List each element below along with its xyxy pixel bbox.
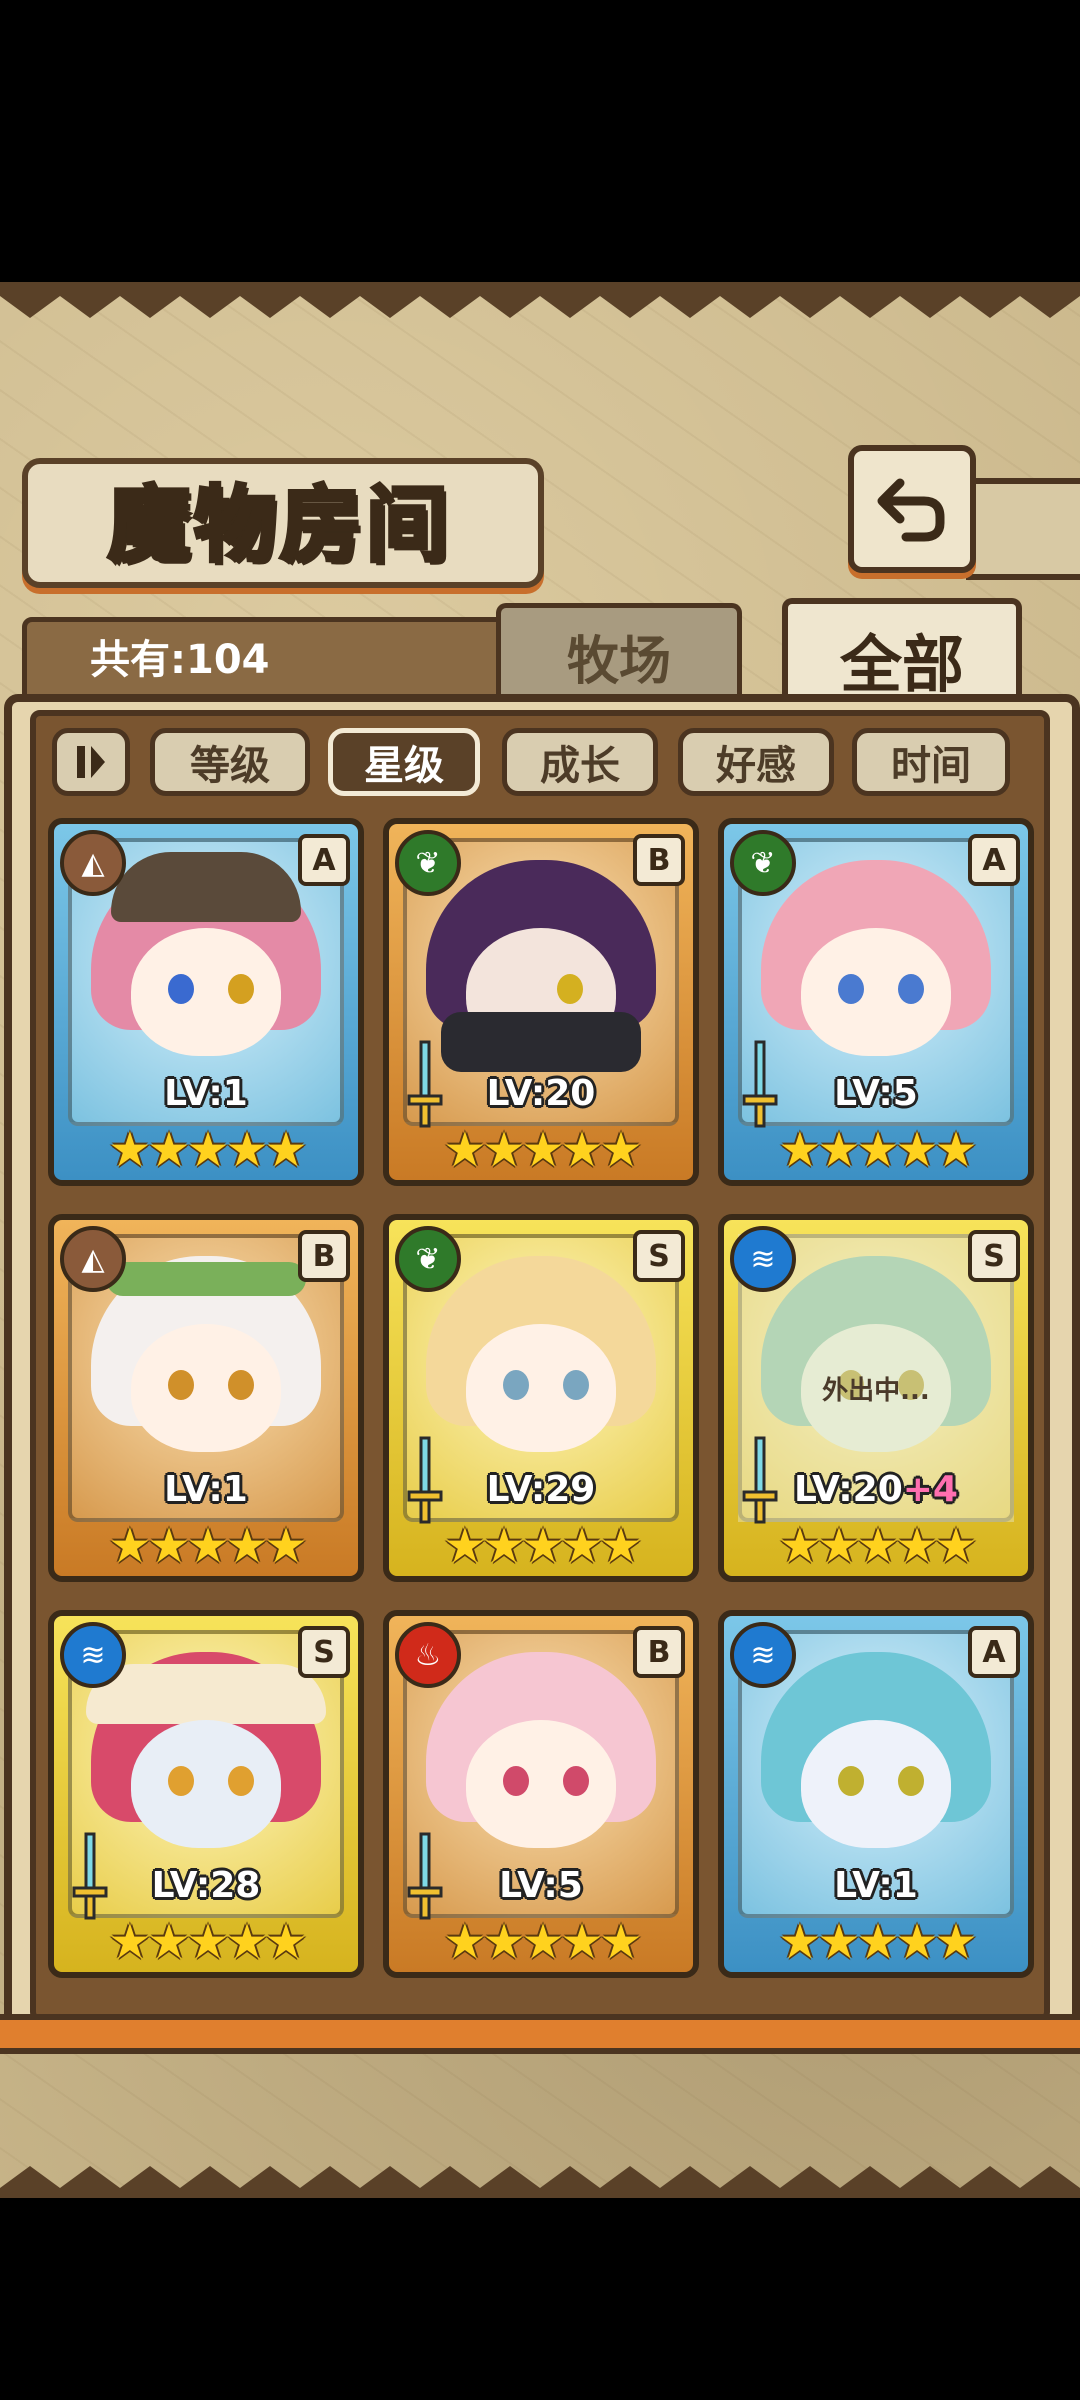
monster-level: LV:1 [164,1469,248,1510]
monster-level: LV:1 [164,1073,248,1114]
rank-badge: B [633,1626,685,1678]
sort-growth-button[interactable]: 成长 [502,728,658,796]
top-zigzag-border [0,282,1080,318]
sort-toggle-icon [77,746,105,778]
monster-level: LV:20+4 [724,1469,1028,1510]
earth-element-icon: ◭ [60,1226,126,1292]
water-element-icon: ≋ [730,1622,796,1688]
sort-stars-button[interactable]: 星级 [328,728,480,796]
earth-element-icon: ◭ [60,830,126,896]
level-value: LV:20 [794,1469,903,1510]
water-element-icon: ≋ [730,1226,796,1292]
monster-card[interactable]: ≋ S LV:28 ★★★★★ [48,1610,364,1978]
away-status: 外出中... [822,1376,930,1406]
star-rating: ★★★★★ [108,1518,307,1574]
monster-level: LV:5 [499,1865,583,1906]
back-button[interactable] [848,445,976,573]
rank-badge: A [968,834,1020,886]
star-rating: ★★★★★ [778,1122,977,1178]
rank-badge: A [298,834,350,886]
level-bonus: +4 [902,1469,958,1510]
page-title: 魔物房间 [106,475,452,575]
return-arrow-icon [877,478,945,542]
sort-affection-button[interactable]: 好感 [678,728,834,796]
rank-badge: B [298,1230,350,1282]
monster-count: 共有:104 [90,637,270,683]
star-rating: ★★★★★ [108,1914,307,1970]
monster-level: LV:28 [151,1865,261,1906]
star-rating: ★★★★★ [778,1518,977,1574]
sort-order-toggle[interactable] [52,728,130,796]
monster-card[interactable]: ≋ A LV:1 ★★★★★ [718,1610,1034,1978]
rank-badge: A [968,1626,1020,1678]
monster-card[interactable]: ❦ B LV:20 ★★★★★ [383,818,699,1186]
rank-badge: S [968,1230,1020,1282]
monster-level: LV:1 [834,1865,918,1906]
monster-level: LV:5 [834,1073,918,1114]
monster-level: LV:29 [486,1469,596,1510]
sort-level-button[interactable]: 等级 [150,728,310,796]
monster-card[interactable]: 外出中... ≋ S LV:20+4 ★★★★★ [718,1214,1034,1582]
monster-card[interactable]: ◭ B LV:1 ★★★★★ [48,1214,364,1582]
leaf-element-icon: ❦ [730,830,796,896]
fire-element-icon: ♨ [395,1622,461,1688]
star-rating: ★★★★★ [108,1122,307,1178]
frame-bottom-trim [0,2014,1080,2054]
monster-card[interactable]: ❦ A LV:5 ★★★★★ [718,818,1034,1186]
sort-time-button[interactable]: 时间 [852,728,1010,796]
star-rating: ★★★★★ [778,1914,977,1970]
star-rating: ★★★★★ [443,1518,642,1574]
water-element-icon: ≋ [60,1622,126,1688]
rank-badge: B [633,834,685,886]
monster-level: LV:20 [486,1073,596,1114]
tab-ranch[interactable]: 牧场 [496,603,742,704]
bottom-zigzag-border [0,2166,1080,2198]
leaf-element-icon: ❦ [395,1226,461,1292]
monster-card[interactable]: ◭ A LV:1 ★★★★★ [48,818,364,1186]
rank-badge: S [633,1230,685,1282]
star-rating: ★★★★★ [443,1914,642,1970]
leaf-element-icon: ❦ [395,830,461,896]
monster-card[interactable]: ❦ S LV:29 ★★★★★ [383,1214,699,1582]
rank-badge: S [298,1626,350,1678]
monster-card[interactable]: ♨ B LV:5 ★★★★★ [383,1610,699,1978]
back-button-rail [966,478,1080,580]
star-rating: ★★★★★ [443,1122,642,1178]
